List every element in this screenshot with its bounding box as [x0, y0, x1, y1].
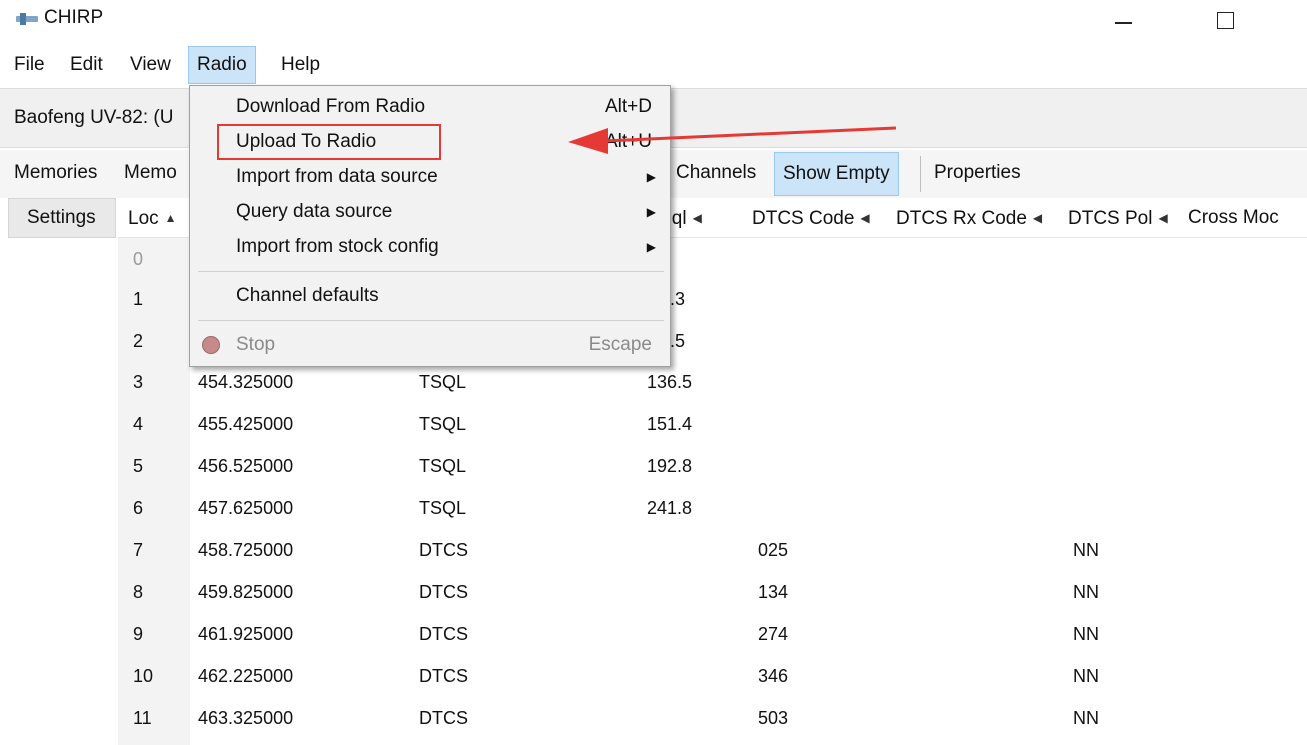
cell-frequency: 457.625000: [198, 498, 294, 518]
cell-loc: 6: [133, 498, 144, 518]
cell-mode: TSQL: [419, 456, 467, 476]
cell-dtcs-pol: NN: [1073, 540, 1099, 560]
sort-up-icon: ▲: [164, 211, 177, 225]
cell-frequency: 458.725000: [198, 540, 294, 560]
cell-tone: 136.5: [647, 372, 693, 392]
tab-memories[interactable]: Memories: [14, 162, 97, 184]
cell-frequency: 462.225000: [198, 666, 294, 686]
cell-mode: TSQL: [419, 414, 467, 434]
menu-edit[interactable]: Edit: [62, 46, 111, 84]
cell-frequency: 461.925000: [198, 624, 294, 644]
cell-loc: 10: [133, 666, 154, 686]
maximize-icon[interactable]: [1213, 8, 1237, 32]
cell-mode: DTCS: [419, 624, 468, 644]
cell-loc: 1: [133, 289, 144, 309]
header-dtcs-code[interactable]: DTCS Code ◀: [752, 198, 870, 238]
table-row[interactable]: 5 456.525000 TSQL 192.8: [118, 445, 1307, 487]
cell-frequency: 463.325000: [198, 708, 294, 728]
header-loc[interactable]: Loc ▲: [128, 198, 177, 238]
cell-dtcs-pol: NN: [1073, 624, 1099, 644]
collapse-left-icon: ◀: [860, 211, 870, 225]
menu-item-stop: Stop Escape: [190, 328, 670, 362]
tab-memo[interactable]: Memo: [124, 162, 177, 184]
minimize-icon[interactable]: [1112, 8, 1136, 32]
cell-frequency: 459.825000: [198, 582, 294, 602]
table-row[interactable]: 11 463.325000 DTCS 503 NN: [118, 697, 1307, 739]
header-dtcs-pol[interactable]: DTCS Pol ◀: [1068, 198, 1168, 238]
collapse-left-icon: ◀: [1032, 211, 1043, 225]
cell-tone: .3: [670, 289, 686, 309]
cell-frequency: 455.425000: [198, 414, 294, 434]
cell-loc: 4: [133, 414, 144, 434]
cell-dtcs-code: 025: [758, 540, 789, 560]
cell-tone: .5: [670, 331, 686, 351]
cell-loc: 2: [133, 331, 144, 351]
menu-view[interactable]: View: [122, 46, 179, 84]
collapse-left-icon: ◀: [1158, 211, 1168, 225]
menu-item-channel-defaults[interactable]: Channel defaults: [190, 279, 670, 313]
table-row[interactable]: 7 458.725000 DTCS 025 NN: [118, 529, 1307, 571]
table-row[interactable]: 9 461.925000 DTCS 274 NN: [118, 613, 1307, 655]
cell-mode: DTCS: [419, 666, 468, 686]
table-row[interactable]: 3 454.325000 TSQL 136.5: [118, 361, 1307, 403]
cell-loc: 5: [133, 456, 144, 476]
cell-dtcs-code: 503: [758, 708, 789, 728]
cell-dtcs-pol: NN: [1073, 666, 1099, 686]
table-row[interactable]: 10 462.225000 DTCS 346 NN: [118, 655, 1307, 697]
cell-loc: 11: [133, 708, 152, 728]
menu-radio[interactable]: Radio: [188, 46, 256, 84]
collapse-left-icon: ◀: [692, 211, 702, 225]
cell-dtcs-code: 274: [758, 624, 789, 644]
header-dtcs-rx-code[interactable]: DTCS Rx Code ◀: [896, 198, 1042, 238]
table-row[interactable]: 8 459.825000 DTCS 134 NN: [118, 571, 1307, 613]
radio-label: Baofeng UV-82: (U: [14, 107, 174, 128]
window-title: CHIRP: [44, 7, 104, 28]
properties-button[interactable]: Properties: [926, 152, 1029, 196]
cell-mode: TSQL: [419, 498, 467, 518]
menu-help[interactable]: Help: [273, 46, 328, 84]
cell-tone: 192.8: [647, 456, 693, 476]
cell-dtcs-pol: NN: [1073, 582, 1099, 602]
cell-loc: 9: [133, 624, 144, 644]
cell-mode: TSQL: [419, 372, 467, 392]
menu-item-import-from-stock-config[interactable]: Import from stock config ▶: [190, 230, 670, 264]
title-bar: CHIRP: [0, 0, 1307, 40]
menu-item-query-data-source[interactable]: Query data source ▶: [190, 195, 670, 229]
menu-separator: [198, 271, 664, 272]
menu-file[interactable]: File: [6, 46, 53, 84]
submenu-arrow-icon: ▶: [646, 240, 656, 254]
separator: [920, 156, 921, 192]
submenu-arrow-icon: ▶: [646, 205, 656, 219]
menu-separator: [198, 320, 664, 321]
stop-icon: [202, 336, 220, 354]
cell-tone: 151.4: [647, 414, 693, 434]
cell-mode: DTCS: [419, 540, 468, 560]
cell-frequency: 454.325000: [198, 372, 294, 392]
cell-dtcs-code: 346: [758, 666, 789, 686]
header-cross-mode[interactable]: Cross Moc: [1188, 198, 1279, 238]
table-row[interactable]: 4 455.425000 TSQL 151.4: [118, 403, 1307, 445]
annotation-arrow-icon: [568, 126, 897, 154]
cell-loc: 7: [133, 540, 144, 560]
table-row[interactable]: 6 457.625000 TSQL 241.8: [118, 487, 1307, 529]
cell-dtcs-code: 134: [758, 582, 789, 602]
cell-mode: DTCS: [419, 708, 468, 728]
app-icon: [16, 13, 38, 25]
menu-bar: File Edit View Radio Help: [0, 46, 1307, 86]
cell-tone: 241.8: [647, 498, 693, 518]
cell-loc: 0: [133, 249, 144, 269]
cell-frequency: 456.525000: [198, 456, 294, 476]
cell-loc: 8: [133, 582, 144, 602]
cell-mode: DTCS: [419, 582, 468, 602]
settings-button[interactable]: Settings: [8, 198, 116, 238]
annotation-highlight-box: [217, 124, 441, 160]
cell-loc: 3: [133, 372, 144, 392]
cell-dtcs-pol: NN: [1073, 708, 1099, 728]
